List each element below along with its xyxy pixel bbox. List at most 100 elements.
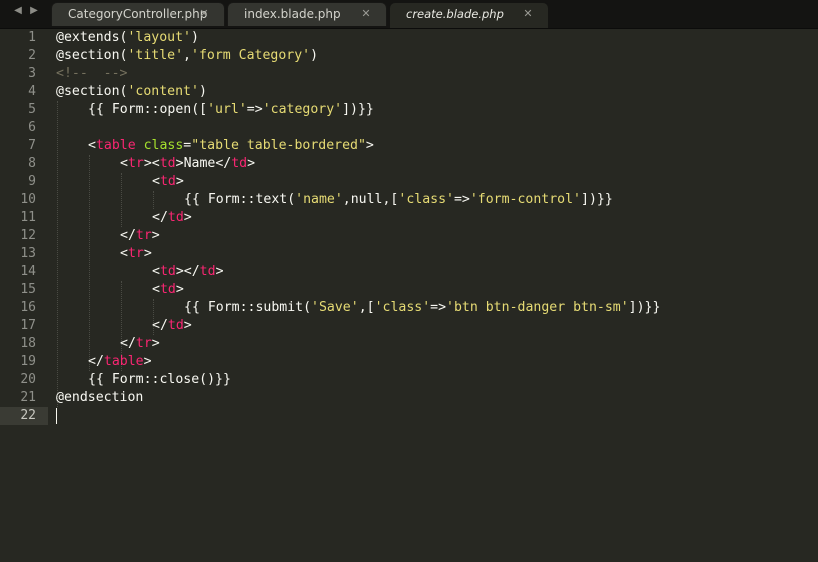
code-tag: td [159, 264, 176, 279]
code-token: > [247, 156, 256, 171]
code-token: < [152, 174, 160, 189]
tab-label: index.blade.php [244, 7, 341, 21]
code-string: 'class' [398, 192, 454, 207]
code-tag: td [199, 264, 216, 279]
tab-create-blade[interactable]: create.blade.php ✕ [389, 2, 549, 28]
nav-forward-icon[interactable]: ▶ [27, 4, 41, 18]
code-line-21: @endsection [56, 389, 143, 407]
code-token: @endsection [56, 390, 144, 405]
line-number: 7 [28, 138, 36, 153]
code-line-19: </table> [88, 353, 152, 371]
code-string: "table table-bordered" [191, 138, 366, 153]
code-line-18: </tr> [120, 335, 160, 353]
code-token: > [175, 282, 184, 297]
code-tag: tr [135, 336, 152, 351]
code-token: < [120, 156, 128, 171]
code-string: 'Save' [311, 300, 359, 315]
code-token: </ [120, 336, 136, 351]
code-line-15: <td> [152, 281, 184, 299]
code-token: > [183, 318, 192, 333]
line-number: 18 [20, 336, 36, 351]
close-icon[interactable]: ✕ [198, 7, 210, 21]
code-string: 'btn btn-danger btn-sm' [446, 300, 629, 315]
code-token: > [183, 210, 192, 225]
line-number: 2 [28, 48, 36, 63]
code-token: > [151, 336, 160, 351]
code-token: </ [152, 210, 168, 225]
code-token: >Name</ [175, 156, 232, 171]
tab-label: create.blade.php [406, 7, 504, 21]
code-line-16: {{ Form::submit('Save',['class'=>'btn bt… [184, 299, 660, 317]
code-token: ) [198, 84, 207, 99]
code-token: ,[ [358, 300, 375, 315]
code-attribute: class [135, 138, 184, 153]
code-token: ) [191, 30, 199, 45]
code-token: > [143, 354, 152, 369]
close-icon[interactable]: ✕ [360, 7, 372, 21]
indent-guide [121, 173, 122, 227]
code-line-8: <tr><td>Name</td> [120, 155, 255, 173]
code-line-17: </td> [152, 317, 192, 335]
code-token: => [246, 102, 263, 117]
line-number: 20 [20, 372, 36, 387]
line-number: 1 [28, 30, 36, 45]
line-number: 4 [28, 84, 36, 99]
line-number: 21 [20, 390, 36, 405]
text-cursor [56, 408, 57, 424]
code-line-14: <td></td> [152, 263, 224, 281]
code-token: @section( [56, 84, 128, 99]
code-line-7: <table class="table table-bordered"> [88, 137, 374, 155]
code-tag: td [167, 210, 184, 225]
code-line-12: </tr> [120, 227, 160, 245]
code-token: < [88, 138, 96, 153]
code-editor[interactable]: 1 2 3 4 5 6 7 8 9 10 11 12 13 14 15 16 1… [0, 28, 818, 562]
line-number: 10 [20, 192, 36, 207]
tab-label: CategoryController.php [68, 7, 208, 21]
code-token: < [152, 264, 160, 279]
code-token: {{ Form::text( [184, 192, 296, 207]
code-area[interactable]: @extends('layout') @section('title','for… [56, 28, 816, 562]
indent-guide [89, 155, 90, 371]
code-token: < [120, 246, 128, 261]
code-tag: td [231, 156, 248, 171]
line-number: 8 [28, 156, 36, 171]
code-token: 'title' [127, 48, 184, 63]
line-number: 6 [28, 120, 36, 135]
code-tag: td [159, 282, 176, 297]
code-token: > [215, 264, 224, 279]
tab-index-blade[interactable]: index.blade.php ✕ [227, 2, 387, 26]
editor-window: ◀ ▶ CategoryController.php ✕ index.blade… [0, 0, 818, 562]
code-line-4: @section('content') [56, 83, 207, 101]
code-tag: table [95, 138, 136, 153]
nav-back-icon[interactable]: ◀ [11, 4, 25, 18]
code-token: ,null,[ [342, 192, 399, 207]
code-tag: td [159, 174, 176, 189]
code-tag: tr [127, 246, 144, 261]
code-line-1: @extends('layout') [56, 29, 199, 47]
code-token: ) [310, 48, 319, 63]
code-line-13: <tr> [120, 245, 152, 263]
code-tag: tr [127, 156, 144, 171]
code-token: @extends( [56, 30, 128, 45]
line-number: 5 [28, 102, 36, 117]
line-number: 19 [20, 354, 36, 369]
close-icon[interactable]: ✕ [522, 7, 534, 21]
code-tag: td [167, 318, 184, 333]
code-token: </ [120, 228, 136, 243]
tab-bar: ◀ ▶ CategoryController.php ✕ index.blade… [0, 0, 818, 29]
code-token: ])}} [581, 192, 613, 207]
tab-category-controller[interactable]: CategoryController.php ✕ [51, 2, 225, 26]
line-number: 3 [28, 66, 36, 81]
line-number: 14 [20, 264, 36, 279]
line-number: 15 [20, 282, 36, 297]
code-token: 'form Category' [191, 48, 311, 63]
code-line-9: <td> [152, 173, 184, 191]
line-number: 11 [20, 210, 36, 225]
code-line-11: </td> [152, 209, 192, 227]
line-number: 12 [20, 228, 36, 243]
line-number: 13 [20, 246, 36, 261]
code-token: 'content' [127, 84, 199, 99]
code-token: {{ Form::close()}} [88, 372, 231, 387]
code-token: {{ Form::open([ [88, 102, 208, 117]
code-line-2: @section('title','form Category') [56, 47, 318, 65]
